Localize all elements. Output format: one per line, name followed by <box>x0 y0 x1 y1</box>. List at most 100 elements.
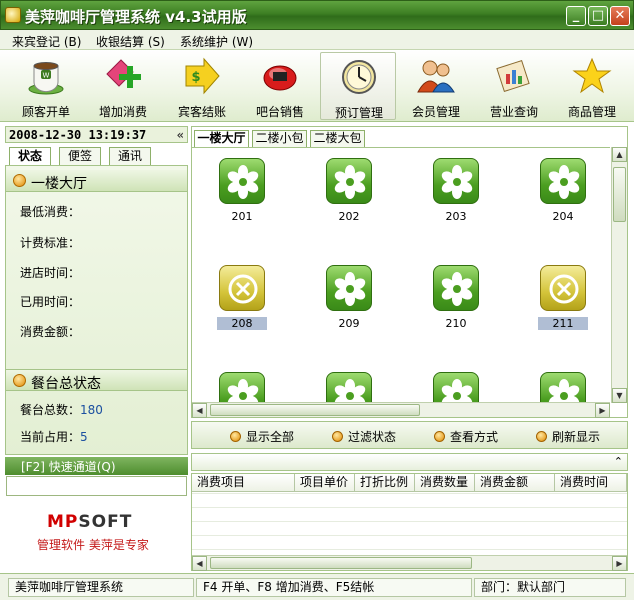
room-tile[interactable]: 210 <box>431 265 481 330</box>
quick-channel-input[interactable] <box>6 476 187 496</box>
status-bar: 美萍咖啡厅管理系统 F4 开单、F8 增加消费、F5结帐 部门：默认部门 <box>0 573 634 600</box>
column-header[interactable]: 打折比例 <box>355 474 415 492</box>
toolbar-members-button[interactable]: 会员管理 <box>398 52 474 120</box>
room-tile[interactable] <box>324 372 374 403</box>
occupied-room-icon <box>540 265 586 311</box>
menu-guest-register[interactable]: 来宾登记 (B) <box>12 33 81 50</box>
toolbar-open-order-button[interactable]: W 顾客开单 <box>8 52 84 120</box>
room-number: 204 <box>552 210 574 223</box>
room-tile[interactable]: 204 <box>538 158 588 223</box>
room-tile[interactable]: 203 <box>431 158 481 223</box>
scroll-up-button[interactable]: ▲ <box>612 147 627 162</box>
vertical-scrollbar[interactable]: ▲ ▼ <box>611 147 627 403</box>
minimize-button[interactable]: _ <box>566 6 586 26</box>
menu-cashier[interactable]: 收银结算 (S) <box>96 33 165 50</box>
expand-icon[interactable]: ⌃ <box>614 455 623 468</box>
tab-small-room[interactable]: 二楼小包 <box>252 130 307 147</box>
toolbar-add-consumption-button[interactable]: 增加消费 <box>85 52 161 120</box>
show-all-button[interactable]: 显示全部 <box>230 428 294 445</box>
menu-system[interactable]: 系统维护 (W) <box>180 33 253 50</box>
filter-icon <box>332 431 343 442</box>
action-bar: 显示全部 过滤状态 查看方式 刷新显示 <box>191 421 628 449</box>
horizontal-scrollbar[interactable]: ◀ ▶ <box>192 555 627 571</box>
bar-sales-icon <box>263 65 297 91</box>
checkout-arrow-icon: $ <box>185 57 220 95</box>
members-icon <box>417 60 455 93</box>
scroll-left-button[interactable]: ◀ <box>192 403 207 418</box>
column-header[interactable]: 消费数量 <box>415 474 475 492</box>
free-room-icon <box>540 158 586 204</box>
room-tile[interactable]: 211 <box>538 265 588 330</box>
horizontal-scrollbar[interactable]: ◀ ▶ <box>192 402 610 418</box>
field-billing-standard: 计费标准： <box>20 236 81 250</box>
filter-status-button[interactable]: 过滤状态 <box>332 428 396 445</box>
toolbar-query-button[interactable]: 营业查询 <box>476 52 552 120</box>
scroll-left-button[interactable]: ◀ <box>192 556 207 571</box>
scroll-right-button[interactable]: ▶ <box>595 403 610 418</box>
title-bar: 美萍咖啡厅管理系统 v4.3试用版 _ □ ✕ <box>0 0 634 30</box>
scroll-right-button[interactable]: ▶ <box>612 556 627 571</box>
scroll-down-button[interactable]: ▼ <box>612 388 627 403</box>
toolbar-label: 宾客结账 <box>177 105 226 119</box>
toolbar-reservation-button[interactable]: 预订管理 <box>320 52 396 120</box>
clock-icon <box>342 60 376 94</box>
room-number: 208 <box>217 317 267 330</box>
toolbar-label: 商品管理 <box>567 105 616 119</box>
scroll-thumb[interactable] <box>210 404 420 416</box>
room-tile[interactable] <box>431 372 481 403</box>
room-tile[interactable]: 208 <box>217 265 267 330</box>
status-panel: 一楼大厅 最低消费： 计费标准： 进店时间： 已用时间： 消费金额： 餐台总状态… <box>5 165 188 455</box>
show-all-icon <box>230 431 241 442</box>
datetime-display: 2008-12-30 13:19:37 <box>9 128 147 142</box>
toolbar-label: 吧台销售 <box>255 105 304 119</box>
section-title: 一楼大厅 <box>31 176 87 192</box>
collapse-panel-button[interactable]: « <box>177 128 184 142</box>
free-room-icon <box>433 372 479 403</box>
room-tabs: 一楼大厅 二楼小包 二楼大包 <box>192 127 627 147</box>
tab-large-room[interactable]: 二楼大包 <box>310 130 365 147</box>
toolbar-checkout-button[interactable]: $ 宾客结账 <box>164 52 240 120</box>
column-header[interactable]: 消费项目 <box>192 474 295 492</box>
room-grid: 201 202 203 204 208 209 210 211 <box>192 147 610 403</box>
room-tile[interactable] <box>217 372 267 403</box>
view-icon <box>434 431 445 442</box>
close-button[interactable]: ✕ <box>610 6 630 26</box>
app-icon <box>5 7 21 23</box>
free-room-icon <box>326 372 372 403</box>
status-app-name: 美萍咖啡厅管理系统 <box>8 578 194 597</box>
column-header[interactable]: 消费金额 <box>475 474 555 492</box>
toolbar: W 顾客开单 增加消费 $ 宾客结账 吧台销售 预订管理 会员管理 营业查询 商… <box>0 50 634 122</box>
status-department: 部门：默认部门 <box>474 578 626 597</box>
refresh-icon <box>536 431 547 442</box>
section-header-table-status: 餐台总状态 <box>6 369 187 392</box>
column-header[interactable]: 项目单价 <box>295 474 355 492</box>
table-body <box>192 493 627 551</box>
free-room-icon <box>540 372 586 403</box>
toolbar-label: 营业查询 <box>489 105 538 119</box>
view-mode-button[interactable]: 查看方式 <box>434 428 498 445</box>
room-panel: 一楼大厅 二楼小包 二楼大包 201 202 203 204 208 209 210 211 … <box>191 126 628 418</box>
toolbar-products-button[interactable]: 商品管理 <box>554 52 630 120</box>
column-header[interactable]: 消费时间 <box>555 474 627 492</box>
company-slogan: 管理软件 美萍是专家 <box>37 538 149 552</box>
room-tile[interactable]: 201 <box>217 158 267 223</box>
consumption-header: ⌃ <box>191 453 628 471</box>
room-number: 211 <box>538 317 588 330</box>
scroll-thumb[interactable] <box>613 167 626 222</box>
section-header-hall: 一楼大厅 <box>6 170 187 192</box>
scroll-thumb[interactable] <box>210 557 472 569</box>
bullet-icon <box>13 174 26 187</box>
tab-hall[interactable]: 一楼大厅 <box>194 130 249 147</box>
consumption-table: 消费项目 项目单价 打折比例 消费数量 消费金额 消费时间 ◀ ▶ <box>191 473 628 571</box>
quick-channel-bar[interactable]: [F2] 快速通道(Q) <box>5 457 188 475</box>
tab-notes[interactable]: 便签 <box>59 147 101 165</box>
toolbar-bar-sales-button[interactable]: 吧台销售 <box>242 52 318 120</box>
refresh-button[interactable]: 刷新显示 <box>536 428 600 445</box>
room-tile[interactable] <box>538 372 588 403</box>
tab-status[interactable]: 状态 <box>9 147 51 165</box>
tab-messages[interactable]: 通讯 <box>109 147 151 165</box>
room-tile[interactable]: 202 <box>324 158 374 223</box>
maximize-button[interactable]: □ <box>588 6 608 26</box>
room-tile[interactable]: 209 <box>324 265 374 330</box>
field-elapsed-time: 已用时间： <box>20 295 81 309</box>
